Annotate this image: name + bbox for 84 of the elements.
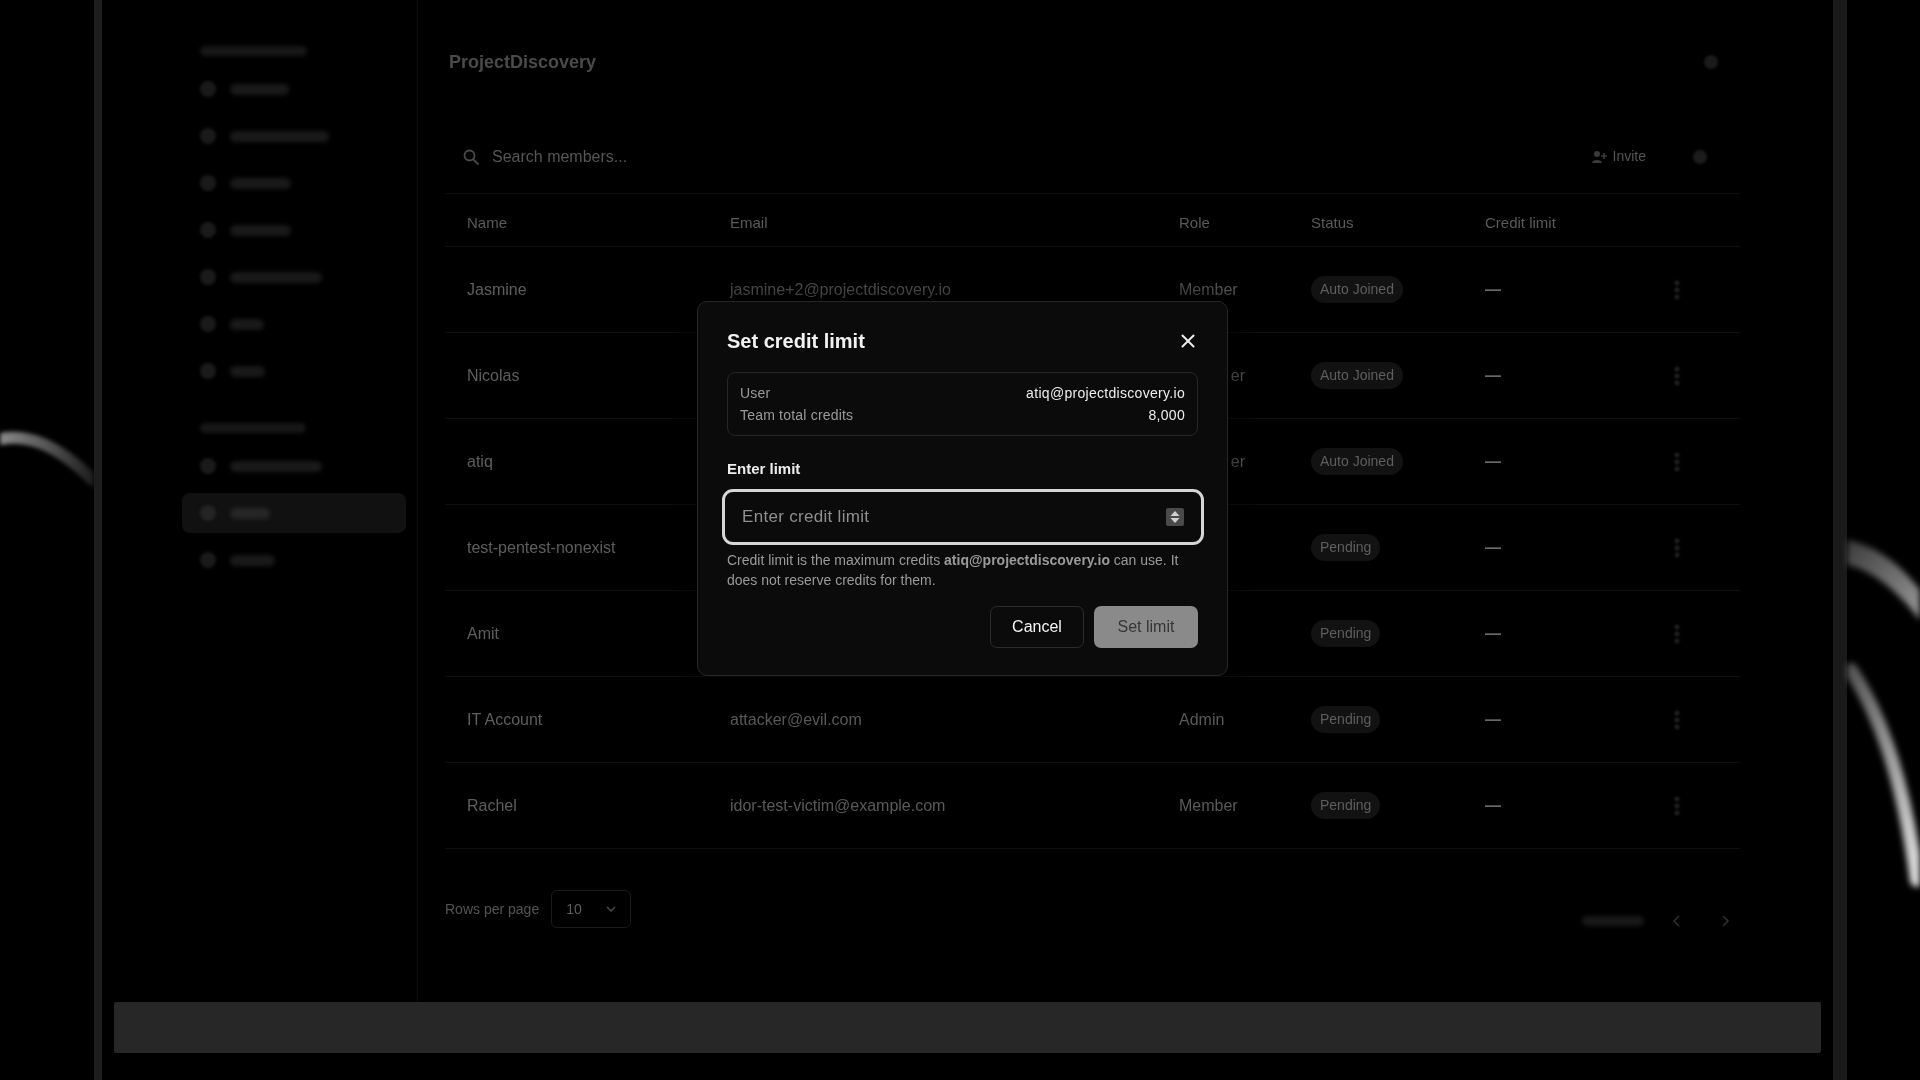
search-field[interactable]: Search members...	[492, 144, 1092, 169]
status-badge: Pending	[1311, 792, 1381, 819]
credit-limit-value: —	[1485, 796, 1501, 814]
chevron-left-icon[interactable]	[1672, 915, 1680, 927]
credit-limit-value: —	[1485, 538, 1501, 556]
info-label: Team total credits	[740, 405, 854, 425]
invite-button[interactable]: Invite	[1590, 146, 1646, 167]
rows-per-page-label: Rows per page	[445, 899, 540, 919]
vertical-dots-icon[interactable]	[1674, 279, 1680, 300]
stepper-icon[interactable]	[1166, 508, 1184, 526]
close-icon[interactable]	[1181, 334, 1195, 348]
search-icon	[463, 148, 479, 165]
member-name: IT Account	[467, 710, 543, 728]
blurred-text[interactable]	[230, 318, 264, 330]
blurred-text	[1582, 916, 1644, 926]
blurred-text[interactable]	[230, 130, 329, 142]
credit-limit-value: —	[1485, 624, 1501, 642]
field-label: Enter limit	[727, 459, 802, 479]
info-label: User	[740, 383, 771, 403]
status-badge: Auto Joined	[1311, 362, 1403, 389]
status-badge: Auto Joined	[1311, 448, 1403, 475]
credit-limit-value: —	[1485, 710, 1501, 728]
member-role: Member	[1179, 279, 1238, 300]
member-name: Rachel	[467, 796, 517, 814]
blurred-text[interactable]	[230, 83, 289, 95]
blurred-text[interactable]	[230, 554, 275, 566]
member-role: er	[1229, 451, 1245, 472]
user-plus-icon	[1590, 148, 1607, 165]
member-email: idor-test-victim@example.com	[730, 796, 946, 814]
chevron-down-icon	[606, 906, 617, 912]
credit-limit-value: —	[1485, 452, 1501, 470]
vertical-dots-icon[interactable]	[1674, 709, 1680, 730]
vertical-dots-icon[interactable]	[1674, 623, 1680, 644]
column-header: Email	[730, 214, 768, 231]
vertical-dots-icon[interactable]	[1674, 365, 1680, 386]
dialog-title: Set credit limit	[727, 329, 865, 354]
status-badge: Auto Joined	[1311, 276, 1403, 303]
blurred-text[interactable]	[230, 271, 322, 283]
blurred-icon[interactable]	[200, 269, 216, 285]
member-role: Member	[1179, 795, 1238, 816]
info-value: 8,000	[1148, 405, 1185, 425]
status-badge: Pending	[1311, 620, 1381, 647]
info-value: atiq@projectdiscovery.io	[1026, 383, 1185, 403]
vertical-dots-icon[interactable]	[1674, 537, 1680, 558]
blurred-icon[interactable]	[200, 363, 216, 379]
vertical-dots-icon[interactable]	[1674, 795, 1680, 816]
blurred-icon[interactable]	[200, 175, 216, 191]
blurred-text[interactable]	[230, 365, 265, 377]
blurred-icon[interactable]	[200, 316, 216, 332]
column-header: Name	[467, 214, 507, 231]
circle-icon[interactable]	[1704, 55, 1718, 69]
member-role: Admin	[1179, 709, 1225, 730]
member-role: er	[1229, 365, 1245, 386]
blurred-icon[interactable]	[200, 222, 216, 238]
member-name: atiq	[467, 452, 493, 470]
status-badge: Pending	[1311, 706, 1381, 733]
help-text: Credit limit is the maximum credits atiq@projectdiscovery.io can use. It does not reserve credits for them.	[727, 551, 1180, 590]
sidebar-item[interactable]	[182, 493, 406, 533]
app-title: ProjectDiscovery	[449, 51, 597, 74]
member-name: Amit	[467, 624, 499, 642]
member-name: test-pentest-nonexist	[467, 538, 616, 556]
vertical-dots-icon[interactable]	[1674, 451, 1680, 472]
chevron-right-icon[interactable]	[1722, 915, 1730, 927]
member-email: jasmine+2@projectdiscovery.io	[730, 280, 951, 298]
blurred-text[interactable]	[230, 224, 291, 236]
blurred-text[interactable]	[230, 177, 291, 189]
blurred-text[interactable]	[230, 460, 322, 472]
rows-per-page-select[interactable]: 10	[551, 890, 632, 928]
cancel-button[interactable]: Cancel	[990, 606, 1084, 648]
member-name: Nicolas	[467, 366, 520, 384]
circle-icon[interactable]	[1693, 149, 1707, 164]
member-email: attacker@evil.com	[730, 710, 862, 728]
member-name: Jasmine	[467, 280, 527, 298]
blurred-icon[interactable]	[200, 81, 216, 97]
credit-limit-field[interactable]: Enter credit limit	[722, 489, 1204, 545]
blurred-icon[interactable]	[200, 458, 216, 474]
status-badge: Pending	[1311, 534, 1381, 561]
blurred-icon[interactable]	[200, 552, 216, 568]
column-header: Role	[1179, 214, 1210, 231]
column-header: Credit limit	[1485, 214, 1556, 231]
blurred-icon[interactable]	[200, 128, 216, 144]
credit-limit-value: —	[1485, 366, 1501, 384]
column-header: Status	[1311, 214, 1354, 231]
credit-limit-value: —	[1485, 280, 1501, 298]
